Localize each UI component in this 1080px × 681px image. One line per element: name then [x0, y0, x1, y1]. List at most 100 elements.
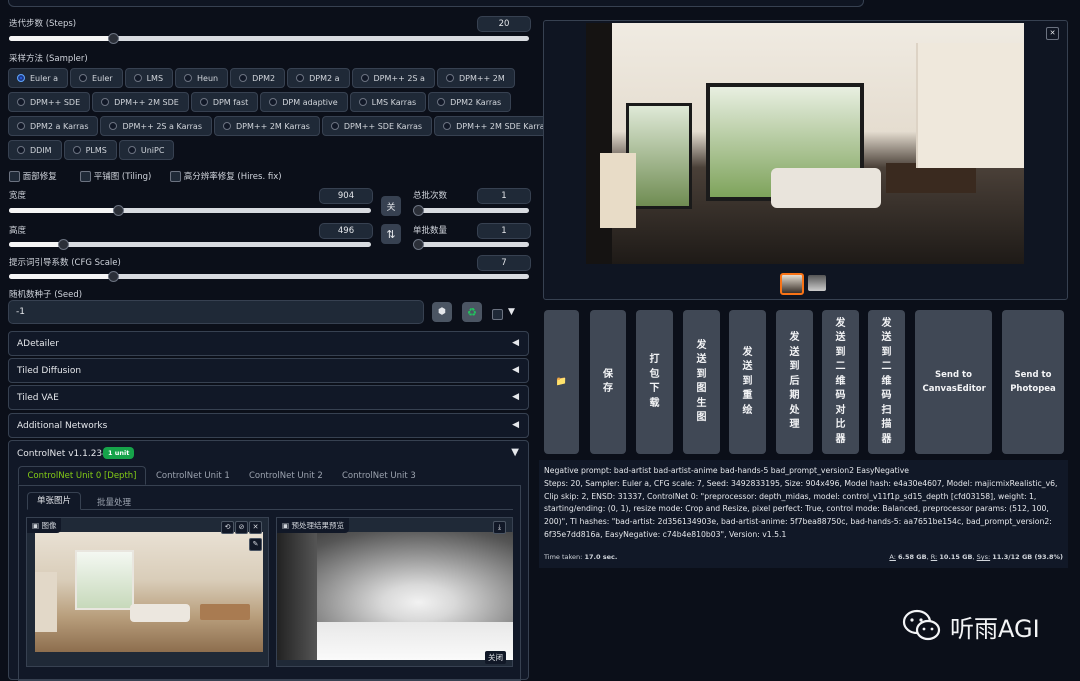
height-slider[interactable] [9, 239, 371, 250]
batch-size-slider[interactable] [413, 239, 529, 250]
steps-value[interactable]: 20 [477, 16, 531, 32]
sampler-option[interactable]: LMS [124, 68, 174, 88]
sampler-option[interactable]: DPM2 Karras [428, 92, 512, 112]
accordion-tiled-vae[interactable]: Tiled VAE ◀ [8, 385, 529, 410]
download-icon[interactable]: ⤓ [493, 521, 506, 534]
cfg-value[interactable]: 7 [477, 255, 531, 271]
send-to-extras-button[interactable]: 发送到后期处理 [776, 310, 813, 454]
tab-controlnet-unit-1[interactable]: ControlNet Unit 1 [156, 471, 230, 481]
reuse-seed-recycle-icon[interactable]: ♻ [462, 302, 482, 322]
sampler-option[interactable]: Euler [70, 68, 123, 88]
sampler-option[interactable]: DPM++ 2S a Karras [100, 116, 212, 136]
tiling-option[interactable]: 平铺图 (Tiling) [80, 170, 151, 182]
seed-extra-checkbox[interactable] [492, 309, 503, 320]
send-to-qr-compare-button[interactable]: 发送到二维码对比器 [822, 310, 859, 454]
tab-controlnet-unit-2[interactable]: ControlNet Unit 2 [249, 471, 323, 481]
sampler-option[interactable]: UniPC [118, 140, 175, 160]
close-icon[interactable]: ✕ [249, 521, 262, 534]
sampler-radio[interactable] [239, 74, 248, 82]
hires-fix-option[interactable]: 高分辨率修复 (Hires. fix) [170, 170, 282, 182]
sampler-option[interactable]: DPM++ 2M Karras [214, 116, 320, 136]
sampler-option[interactable]: DPM++ SDE Karras [321, 116, 433, 136]
sampler-radio[interactable] [269, 98, 278, 106]
subtab-batch[interactable]: 批量处理 [97, 496, 131, 508]
hires-fix-checkbox[interactable] [170, 171, 181, 182]
width-slider[interactable] [9, 205, 371, 216]
height-value[interactable]: 496 [319, 223, 373, 239]
batch-count-value[interactable]: 1 [477, 188, 531, 204]
send-to-inpaint-button[interactable]: 发送到重绘 [729, 310, 766, 454]
preprocessor-preview-panel[interactable]: ▣ 预处理结果预览 ⤓ 关闭 [276, 517, 513, 667]
sampler-option[interactable]: DPM++ 2S a [351, 68, 435, 88]
sampler-option[interactable]: DPM fast [190, 92, 259, 112]
sampler-option[interactable]: DPM2 a Karras [8, 116, 99, 136]
sampler-option[interactable]: Heun [175, 68, 229, 88]
seed-extra-arrow-icon[interactable]: ▼ [508, 307, 515, 317]
sampler-radio[interactable] [437, 98, 446, 106]
sampler-option[interactable]: PLMS [63, 140, 117, 160]
sampler-radio[interactable] [360, 74, 369, 82]
sampler-radio[interactable] [72, 146, 81, 154]
accordion-additional-networks[interactable]: Additional Networks ◀ [8, 413, 529, 438]
sampler-option[interactable]: LMS Karras [349, 92, 427, 112]
source-image-panel[interactable]: ▣ 图像 ⟲ ⊘ ✕ ✎ [26, 517, 269, 667]
sampler-option[interactable]: DPM++ SDE [8, 92, 91, 112]
sampler-option[interactable]: DPM adaptive [260, 92, 348, 112]
sampler-option[interactable]: Euler a [8, 68, 69, 88]
sampler-radio[interactable] [127, 146, 136, 154]
sampler-radio[interactable] [17, 146, 25, 154]
sampler-radio[interactable] [133, 74, 142, 82]
sampler-option[interactable]: DPM2 [230, 68, 286, 88]
clear-icon[interactable]: ⊘ [235, 521, 248, 534]
batch-count-slider[interactable] [413, 205, 529, 216]
seed-input[interactable]: -1 [8, 300, 424, 324]
lock-aspect-button[interactable]: 关 [381, 196, 401, 216]
open-folder-button[interactable]: 📁 [544, 310, 579, 454]
edit-brush-icon[interactable]: ✎ [249, 538, 262, 551]
sampler-option[interactable]: DPM++ 2M SDE [92, 92, 189, 112]
sampler-radio[interactable] [330, 122, 339, 130]
sampler-option[interactable]: DPM2 a [287, 68, 350, 88]
tab-controlnet-unit-0[interactable]: ControlNet Unit 0 [Depth] [18, 466, 146, 485]
steps-slider[interactable] [9, 33, 529, 44]
send-to-img2img-button[interactable]: 发送到图生图 [683, 310, 720, 454]
swap-dimensions-button[interactable]: ⇅ [381, 224, 401, 244]
thumbnail-1[interactable] [780, 273, 804, 295]
tiling-checkbox[interactable] [80, 171, 91, 182]
random-seed-dice-icon[interactable]: ⬢ [432, 302, 452, 322]
download-zip-button[interactable]: 打包下载 [636, 310, 673, 454]
send-to-canvas-editor-button[interactable]: Send to CanvasEditor [915, 310, 992, 454]
restore-faces-checkbox[interactable] [9, 171, 20, 182]
batch-size-value[interactable]: 1 [477, 223, 531, 239]
close-preview-button[interactable]: 关闭 [485, 651, 506, 664]
send-to-photopea-button[interactable]: Send to Photopea [1002, 310, 1064, 454]
sampler-radio[interactable] [79, 74, 88, 82]
sampler-radio[interactable] [184, 74, 193, 82]
cfg-slider[interactable] [9, 271, 529, 282]
sampler-radio[interactable] [101, 98, 110, 106]
restore-faces-option[interactable]: 面部修复 [9, 170, 57, 182]
accordion-tiled-diffusion[interactable]: Tiled Diffusion ◀ [8, 358, 529, 383]
sampler-option[interactable]: DPM++ 2M [436, 68, 515, 88]
generated-image[interactable] [586, 23, 1024, 264]
send-to-qr-scan-button[interactable]: 发送到二维码扫描器 [868, 310, 905, 454]
gallery-close-icon[interactable]: ✕ [1046, 27, 1059, 40]
save-button[interactable]: 保存 [590, 310, 626, 454]
sampler-radio[interactable] [17, 98, 25, 106]
sampler-radio[interactable] [358, 98, 367, 106]
sampler-radio[interactable] [296, 74, 305, 82]
sampler-radio[interactable] [443, 122, 452, 130]
subtab-single-image[interactable]: 单张图片 [27, 492, 81, 510]
tab-controlnet-unit-3[interactable]: ControlNet Unit 3 [342, 471, 416, 481]
sampler-option[interactable]: DPM++ 2M SDE Karras [434, 116, 559, 136]
width-value[interactable]: 904 [319, 188, 373, 204]
sampler-radio[interactable] [109, 122, 118, 130]
sampler-radio[interactable] [17, 122, 25, 130]
thumbnail-2[interactable] [808, 275, 826, 291]
controlnet-expand-arrow-icon[interactable]: ▼ [511, 447, 519, 458]
sampler-option[interactable]: DDIM [8, 140, 62, 160]
sampler-radio[interactable] [199, 98, 208, 106]
sampler-radio[interactable] [223, 122, 231, 130]
rotate-icon[interactable]: ⟲ [221, 521, 234, 534]
sampler-radio[interactable] [17, 74, 25, 82]
